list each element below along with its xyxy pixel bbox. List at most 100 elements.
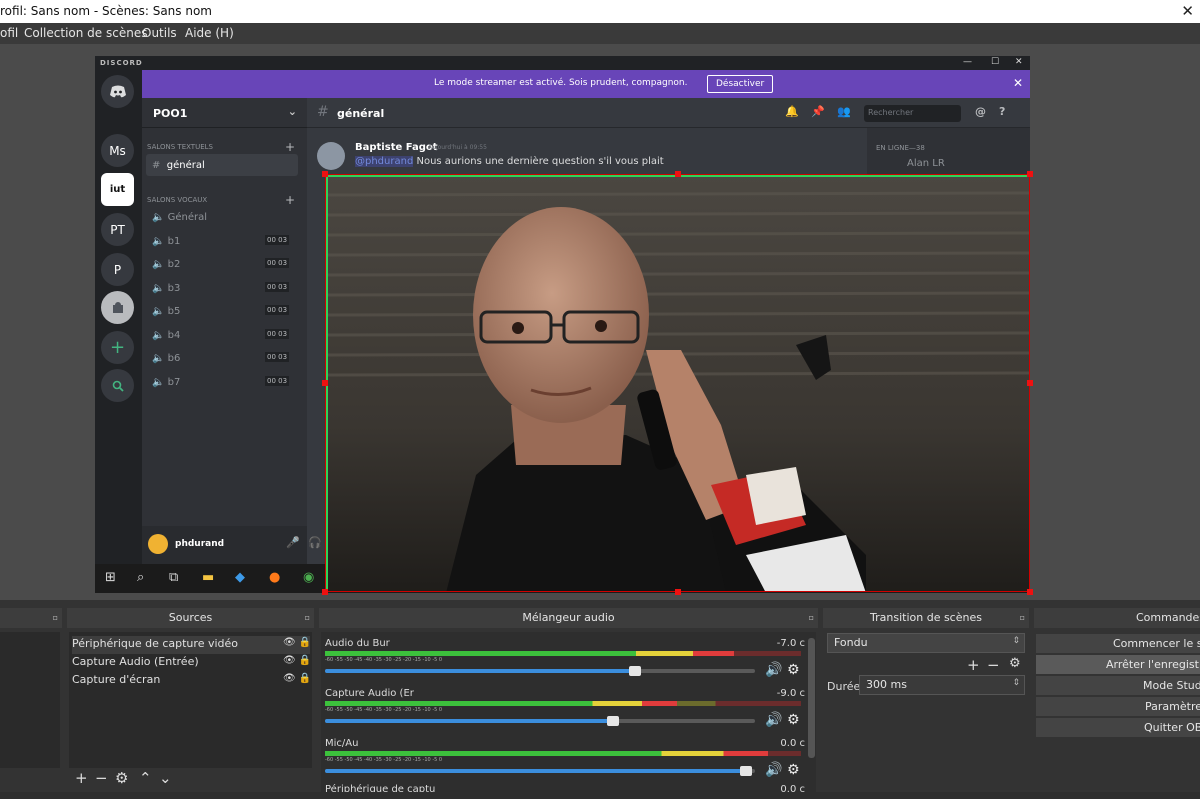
voice-channel-b1[interactable]: 🔈 b1 00 03 [152, 235, 290, 247]
volume-slider[interactable] [325, 716, 755, 726]
stop-recording-button[interactable]: Arrêter l'enregistrem [1036, 655, 1200, 674]
search-input[interactable]: Rechercher [864, 105, 961, 122]
avatar[interactable] [317, 142, 345, 170]
volume-knob[interactable] [628, 666, 641, 676]
settings-button[interactable]: Paramètres [1036, 697, 1200, 716]
source-item[interactable]: Périphérique de capture vidéo [72, 637, 238, 650]
discord-home-icon[interactable] [101, 75, 134, 108]
menu-profile[interactable]: ofil [0, 26, 18, 40]
visibility-lock-icons[interactable]: 👁 🔒 [283, 637, 311, 648]
voice-channel-general[interactable]: 🔈 Général [152, 212, 207, 223]
disable-streamer-button[interactable]: Désactiver [707, 75, 774, 93]
move-up-icon[interactable]: ⌃ [139, 769, 152, 787]
menu-scene-collection[interactable]: Collection de scènes [24, 26, 147, 40]
gear-icon[interactable]: ⚙ [787, 762, 800, 778]
message-author[interactable]: Baptiste Fagot [355, 142, 438, 153]
voice-channel-b7[interactable]: 🔈 b7 00 03 [152, 376, 290, 388]
maximize-icon[interactable]: ☐ [991, 57, 999, 67]
resize-handle-tr[interactable] [1027, 171, 1033, 177]
headphones-icon[interactable]: 🎧 [308, 536, 322, 549]
undock-icon[interactable]: ▫ [305, 608, 310, 628]
mute-mic-icon[interactable]: 🎤 [286, 536, 300, 549]
sources-list[interactable]: Périphérique de capture vidéo Capture Au… [69, 632, 312, 768]
mention-icon[interactable]: @ [975, 105, 986, 118]
webcam-source[interactable] [325, 174, 1030, 592]
speaker-icon[interactable]: 🔊 [765, 662, 782, 678]
scenes-list[interactable] [0, 632, 60, 768]
category-text-channels[interactable]: SALONS TEXTUELS + [147, 140, 295, 154]
gear-icon[interactable]: ⚙ [787, 662, 800, 678]
guild-avatar-icon[interactable] [101, 291, 134, 324]
resize-handle-br[interactable] [1027, 589, 1033, 595]
firefox-icon[interactable]: ● [269, 570, 280, 585]
resize-handle-top[interactable] [675, 171, 681, 177]
add-channel-icon[interactable]: + [285, 140, 295, 154]
resize-handle-tl[interactable] [322, 171, 328, 177]
store-icon[interactable]: ◆ [235, 570, 245, 585]
resize-handle-bl[interactable] [322, 589, 328, 595]
add-icon[interactable]: + [75, 769, 88, 787]
resize-handle-right[interactable] [1027, 380, 1033, 386]
start-streaming-button[interactable]: Commencer le stre [1036, 634, 1200, 653]
visibility-lock-icons[interactable]: 👁 🔒 [283, 655, 311, 666]
close-icon[interactable]: ✕ [1015, 57, 1023, 67]
avatar[interactable] [148, 534, 168, 554]
spinner-icon[interactable]: ⇕ [1012, 678, 1020, 688]
resize-handle-left[interactable] [322, 380, 328, 386]
gear-icon[interactable]: ⚙ [115, 769, 128, 787]
pin-icon[interactable]: 📌 [811, 105, 825, 118]
duration-input[interactable]: 300 ms ⇕ [859, 675, 1025, 695]
scrollbar[interactable] [808, 638, 815, 758]
volume-slider[interactable] [325, 766, 755, 776]
bell-icon[interactable]: 🔔 [785, 105, 799, 118]
voice-channel-b4[interactable]: 🔈 b4 00 03 [152, 329, 290, 341]
visibility-lock-icons[interactable]: 👁 🔒 [283, 673, 311, 684]
file-explorer-icon[interactable]: ▬ [202, 570, 214, 585]
close-icon[interactable]: ✕ [1013, 76, 1023, 90]
speaker-icon[interactable]: 🔊 [765, 762, 782, 778]
gear-icon[interactable]: ⚙ [1009, 656, 1021, 671]
speaker-icon[interactable]: 🔊 [765, 712, 782, 728]
category-voice-channels[interactable]: SALONS VOCAUX + [147, 193, 295, 207]
minimize-icon[interactable]: — [963, 57, 972, 67]
voice-channel-b5[interactable]: 🔈 b5 00 03 [152, 305, 290, 317]
remove-icon[interactable]: − [987, 656, 1000, 674]
volume-knob[interactable] [740, 766, 753, 776]
guild-pt[interactable]: PT [101, 213, 134, 246]
windows-start-icon[interactable]: ⊞ [105, 570, 116, 585]
explore-icon[interactable] [101, 369, 134, 402]
guild-iut[interactable]: iut [101, 173, 134, 206]
search-icon[interactable]: ⌕ [137, 570, 144, 585]
server-header[interactable]: POO1 ⌄ [142, 98, 307, 128]
add-icon[interactable]: + [967, 656, 980, 674]
studio-mode-button[interactable]: Mode Studio [1036, 676, 1200, 695]
volume-knob[interactable] [607, 716, 620, 726]
undock-icon[interactable]: ▫ [53, 608, 58, 628]
help-icon[interactable]: ? [999, 105, 1005, 118]
add-server-icon[interactable]: + [101, 331, 134, 364]
source-item[interactable]: Capture d'écran [72, 673, 160, 686]
undock-icon[interactable]: ▫ [1020, 608, 1025, 628]
channel-general[interactable]: # général [152, 160, 205, 171]
mention[interactable]: @phdurand [355, 156, 414, 167]
resize-handle-bottom[interactable] [675, 589, 681, 595]
close-icon[interactable]: ✕ [1181, 2, 1194, 20]
exit-button[interactable]: Quitter OBS [1036, 718, 1200, 737]
member-name[interactable]: Alan LR [907, 158, 945, 169]
voice-channel-b6[interactable]: 🔈 b6 00 03 [152, 352, 290, 364]
menu-help[interactable]: Aide (H) [185, 26, 234, 40]
menu-tools[interactable]: Outils [142, 26, 177, 40]
chrome-icon[interactable]: ◉ [303, 570, 314, 585]
remove-icon[interactable]: − [95, 769, 108, 787]
guild-p[interactable]: P [101, 253, 134, 286]
add-channel-icon[interactable]: + [285, 193, 295, 207]
guild-ms[interactable]: Ms [101, 134, 134, 167]
members-icon[interactable]: 👥 [837, 105, 851, 118]
voice-channel-b2[interactable]: 🔈 b2 00 03 [152, 258, 290, 270]
source-item[interactable]: Capture Audio (Entrée) [72, 655, 199, 668]
volume-slider[interactable] [325, 666, 755, 676]
transition-select[interactable]: Fondu ⇕ [827, 633, 1025, 653]
voice-channel-b3[interactable]: 🔈 b3 00 03 [152, 282, 290, 294]
task-view-icon[interactable]: ⧉ [169, 570, 178, 585]
move-down-icon[interactable]: ⌄ [159, 769, 172, 787]
